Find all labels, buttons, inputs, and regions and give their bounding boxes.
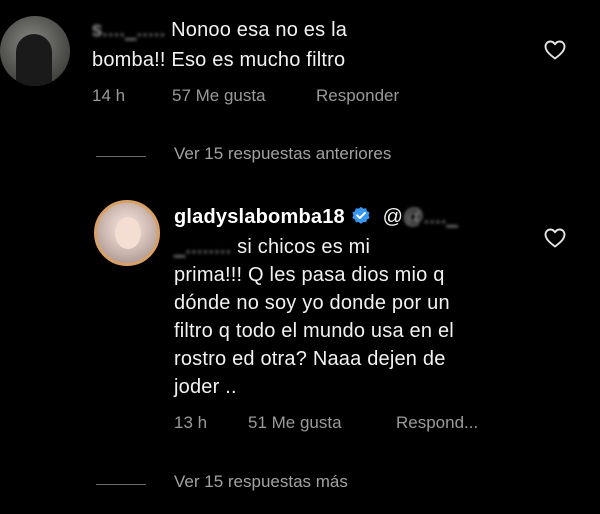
heart-icon[interactable] <box>543 226 567 250</box>
comment-2-text-line-2: _........ si chicos es mi <box>174 233 370 261</box>
commenter-avatar[interactable] <box>0 16 70 86</box>
comment-1-time: 14 h <box>92 86 126 105</box>
comment-1-reply-button[interactable]: Responder <box>316 86 399 106</box>
comment-1-body-start: Nonoo esa no es la <box>171 19 348 41</box>
comment-2-text-line-7: joder .. <box>174 376 237 398</box>
mention-at: @ <box>382 206 404 228</box>
comment-2-text-line-5: filtro q todo el mundo usa en el <box>174 320 454 342</box>
view-previous-replies-label[interactable]: Ver 15 respuestas anteriores <box>174 144 391 164</box>
mention-handle-cont[interactable]: _........ <box>174 236 231 258</box>
comment-1-likes[interactable]: 57 Me gusta <box>172 86 266 106</box>
avatar-face <box>115 217 141 249</box>
avatar-silhouette <box>16 34 52 86</box>
comment-2-text-line-6: rostro ed otra? Naaa dejen de <box>174 348 446 370</box>
comment-2-likes[interactable]: 51 Me gusta <box>248 413 342 433</box>
view-more-replies[interactable]: Ver 15 respuestas más <box>96 472 496 496</box>
comment-2-body-start: si chicos es mi <box>237 236 371 258</box>
comment-2-text-line-3: prima!!! Q les pasa dios mio q <box>174 264 445 286</box>
replies-divider-line <box>96 484 146 485</box>
view-more-replies-label[interactable]: Ver 15 respuestas más <box>174 472 348 492</box>
comment-2-text-line-4: dónde no soy yo donde por un <box>174 292 450 314</box>
heart-icon[interactable] <box>543 38 567 62</box>
comment-1-text-line-1: s...._..... Nonoo esa no es la <box>92 16 347 44</box>
comment-1-text-line-2: bomba!! Eso es mucho filtro <box>92 49 346 71</box>
view-previous-replies[interactable]: Ver 15 respuestas anteriores <box>96 144 496 168</box>
comment-2-time: 13 h <box>174 413 208 432</box>
replies-divider-line <box>96 156 146 157</box>
reply-avatar[interactable] <box>94 200 160 266</box>
comment-1-username[interactable]: s...._..... <box>92 19 165 41</box>
comment-2-username[interactable]: gladyslabomba18 <box>174 206 345 228</box>
mention-handle: @...._ <box>403 206 458 228</box>
verified-icon <box>352 206 370 224</box>
comment-2-reply-button[interactable]: Respond... <box>396 413 478 433</box>
comment-2-text-line-1: gladyslabomba18 @@...._ <box>174 203 458 231</box>
comment-2-mention[interactable]: @@...._ <box>383 206 458 228</box>
